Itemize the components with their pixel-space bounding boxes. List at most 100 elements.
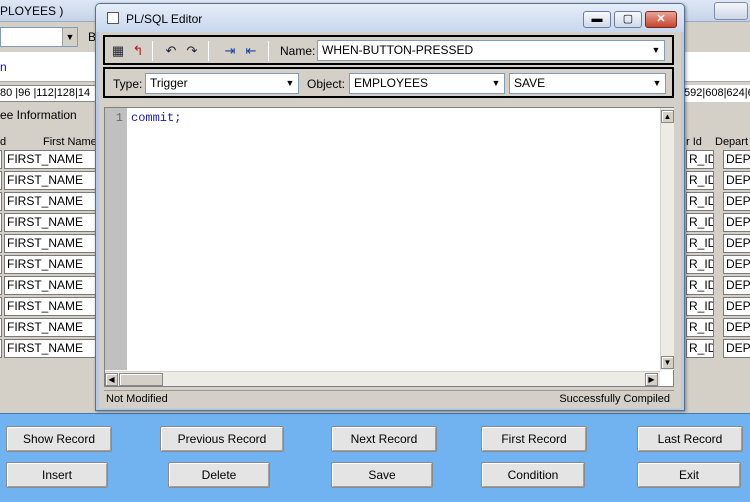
record-id-field[interactable]	[0, 255, 2, 274]
next-record-button[interactable]: Next Record	[331, 426, 437, 452]
chevron-down-icon[interactable]: ▼	[282, 74, 298, 93]
manager-id-field[interactable]: R_ID	[686, 171, 714, 190]
plsql-editor-window: PL/SQL Editor ▬ ▢ ✕ ▦ ↰ ↶ ↷ ⇥ ⇤ Name: WH…	[95, 3, 685, 411]
column-header-manager-id: r Id	[686, 136, 702, 148]
insert-button[interactable]: Insert	[6, 462, 108, 488]
last-record-button[interactable]: Last Record	[637, 426, 743, 452]
editor-toolbar: ▦ ↰ ↶ ↷ ⇥ ⇤ Name: WHEN-BUTTON-PRESSED ▼	[103, 35, 674, 65]
first-name-field[interactable]: FIRST_NAME	[4, 192, 96, 211]
scroll-right-icon[interactable]: ▶	[645, 373, 658, 386]
manager-id-field[interactable]: R_ID	[686, 297, 714, 316]
scroll-down-icon[interactable]: ▼	[661, 356, 674, 369]
exit-button[interactable]: Exit	[637, 462, 741, 488]
compile-icon[interactable]: ▦	[109, 43, 127, 59]
record-id-field[interactable]	[0, 234, 2, 253]
first-record-button[interactable]: First Record	[481, 426, 587, 452]
sub-object-dropdown[interactable]: SAVE ▼	[509, 73, 666, 94]
undo-icon[interactable]: ↶	[162, 43, 180, 59]
manager-id-field[interactable]: R_ID	[686, 150, 714, 169]
column-header-department: Depart	[715, 136, 749, 148]
column-header-id: d	[0, 136, 7, 148]
maximize-button[interactable]: ▢	[614, 11, 642, 28]
minimize-button[interactable]: ▬	[583, 11, 611, 28]
record-id-field[interactable]	[0, 171, 2, 190]
indent-icon[interactable]: ⇥	[221, 43, 239, 59]
manager-id-field[interactable]: R_ID	[686, 192, 714, 211]
first-name-field[interactable]: FIRST_NAME	[4, 234, 96, 253]
manager-id-field[interactable]: R_ID	[686, 213, 714, 232]
manager-id-field[interactable]: R_ID	[686, 276, 714, 295]
type-dropdown[interactable]: Trigger ▼	[145, 73, 299, 94]
record-id-field[interactable]	[0, 150, 2, 169]
scroll-left-icon[interactable]: ◀	[105, 373, 118, 386]
outdent-icon[interactable]: ⇤	[242, 43, 260, 59]
department-field[interactable]: DEPA	[723, 318, 750, 337]
editor-title: PL/SQL Editor	[126, 12, 203, 26]
department-field[interactable]: DEPA	[723, 276, 750, 295]
close-button[interactable]: ✕	[645, 11, 677, 28]
first-name-field[interactable]: FIRST_NAME	[4, 213, 96, 232]
first-name-field[interactable]: FIRST_NAME	[4, 339, 96, 358]
minimize-icon: ▬	[591, 13, 603, 25]
record-id-field[interactable]	[0, 213, 2, 232]
toolbar-separator	[208, 41, 209, 61]
horizontal-scrollbar[interactable]: ◀ ▶	[105, 371, 660, 386]
modification-status: Not Modified	[106, 393, 168, 405]
chevron-down-icon[interactable]: ▼	[649, 74, 665, 93]
department-field[interactable]: DEPA	[723, 255, 750, 274]
scroll-up-icon[interactable]: ▲	[661, 110, 674, 123]
manager-id-field[interactable]: R_ID	[686, 255, 714, 274]
revert-icon[interactable]: ↰	[129, 43, 147, 59]
editor-window-icon	[107, 12, 119, 24]
object-label: Object:	[307, 77, 346, 91]
status-bar: Not Modified Successfully Compiled	[104, 390, 674, 408]
previous-record-button[interactable]: Previous Record	[160, 426, 284, 452]
code-text[interactable]: commit;	[131, 111, 181, 125]
save-button[interactable]: Save	[331, 462, 433, 488]
trigger-properties-row: Type: Trigger ▼ Object: EMPLOYEES ▼ SAVE…	[103, 67, 674, 98]
department-field[interactable]: DEPA	[723, 213, 750, 232]
record-id-field[interactable]	[0, 339, 2, 358]
condition-button[interactable]: Condition	[481, 462, 585, 488]
sub-object-value: SAVE	[514, 76, 546, 90]
record-id-field[interactable]	[0, 297, 2, 316]
department-field[interactable]: DEPA	[723, 339, 750, 358]
department-field[interactable]: DEPA	[723, 171, 750, 190]
department-field[interactable]: DEPA	[723, 297, 750, 316]
code-editor[interactable]: 1 commit; ▲ ▼ ◀ ▶	[104, 107, 674, 387]
background-cursor-mark: n	[0, 60, 7, 74]
show-record-button[interactable]: Show Record	[6, 426, 112, 452]
name-value: WHEN-BUTTON-PRESSED	[322, 43, 474, 57]
record-id-field[interactable]	[0, 276, 2, 295]
button-panel: Show Record Previous Record Next Record …	[0, 413, 750, 502]
name-dropdown[interactable]: WHEN-BUTTON-PRESSED ▼	[317, 40, 665, 61]
record-id-field[interactable]	[0, 318, 2, 337]
vertical-scrollbar[interactable]: ▲ ▼	[660, 108, 674, 370]
horizontal-scroll-thumb[interactable]	[119, 373, 163, 386]
first-name-field[interactable]: FIRST_NAME	[4, 171, 96, 190]
delete-button[interactable]: Delete	[168, 462, 270, 488]
type-value: Trigger	[150, 76, 188, 90]
department-field[interactable]: DEPA	[723, 234, 750, 253]
frame-title: ee Information	[0, 108, 77, 122]
chevron-down-icon[interactable]: ▼	[648, 41, 664, 60]
editor-title-bar[interactable]: PL/SQL Editor ▬ ▢ ✕	[96, 4, 684, 32]
chevron-down-icon[interactable]: ▼	[488, 74, 504, 93]
maximize-icon: ▢	[622, 13, 634, 25]
department-field[interactable]: DEPA	[723, 150, 750, 169]
redo-icon[interactable]: ↷	[183, 43, 201, 59]
record-id-field[interactable]	[0, 192, 2, 211]
manager-id-field[interactable]: R_ID	[686, 234, 714, 253]
manager-id-field[interactable]: R_ID	[686, 318, 714, 337]
first-name-field[interactable]: FIRST_NAME	[4, 150, 96, 169]
first-name-field[interactable]: FIRST_NAME	[4, 318, 96, 337]
manager-id-field[interactable]: R_ID	[686, 339, 714, 358]
background-window-control[interactable]	[714, 2, 748, 20]
object-dropdown[interactable]: EMPLOYEES ▼	[349, 73, 505, 94]
department-field[interactable]: DEPA	[723, 192, 750, 211]
chevron-down-icon[interactable]: ▼	[62, 28, 77, 46]
first-name-field[interactable]: FIRST_NAME	[4, 297, 96, 316]
name-label: Name:	[280, 44, 316, 58]
first-name-field[interactable]: FIRST_NAME	[4, 255, 96, 274]
first-name-field[interactable]: FIRST_NAME	[4, 276, 96, 295]
